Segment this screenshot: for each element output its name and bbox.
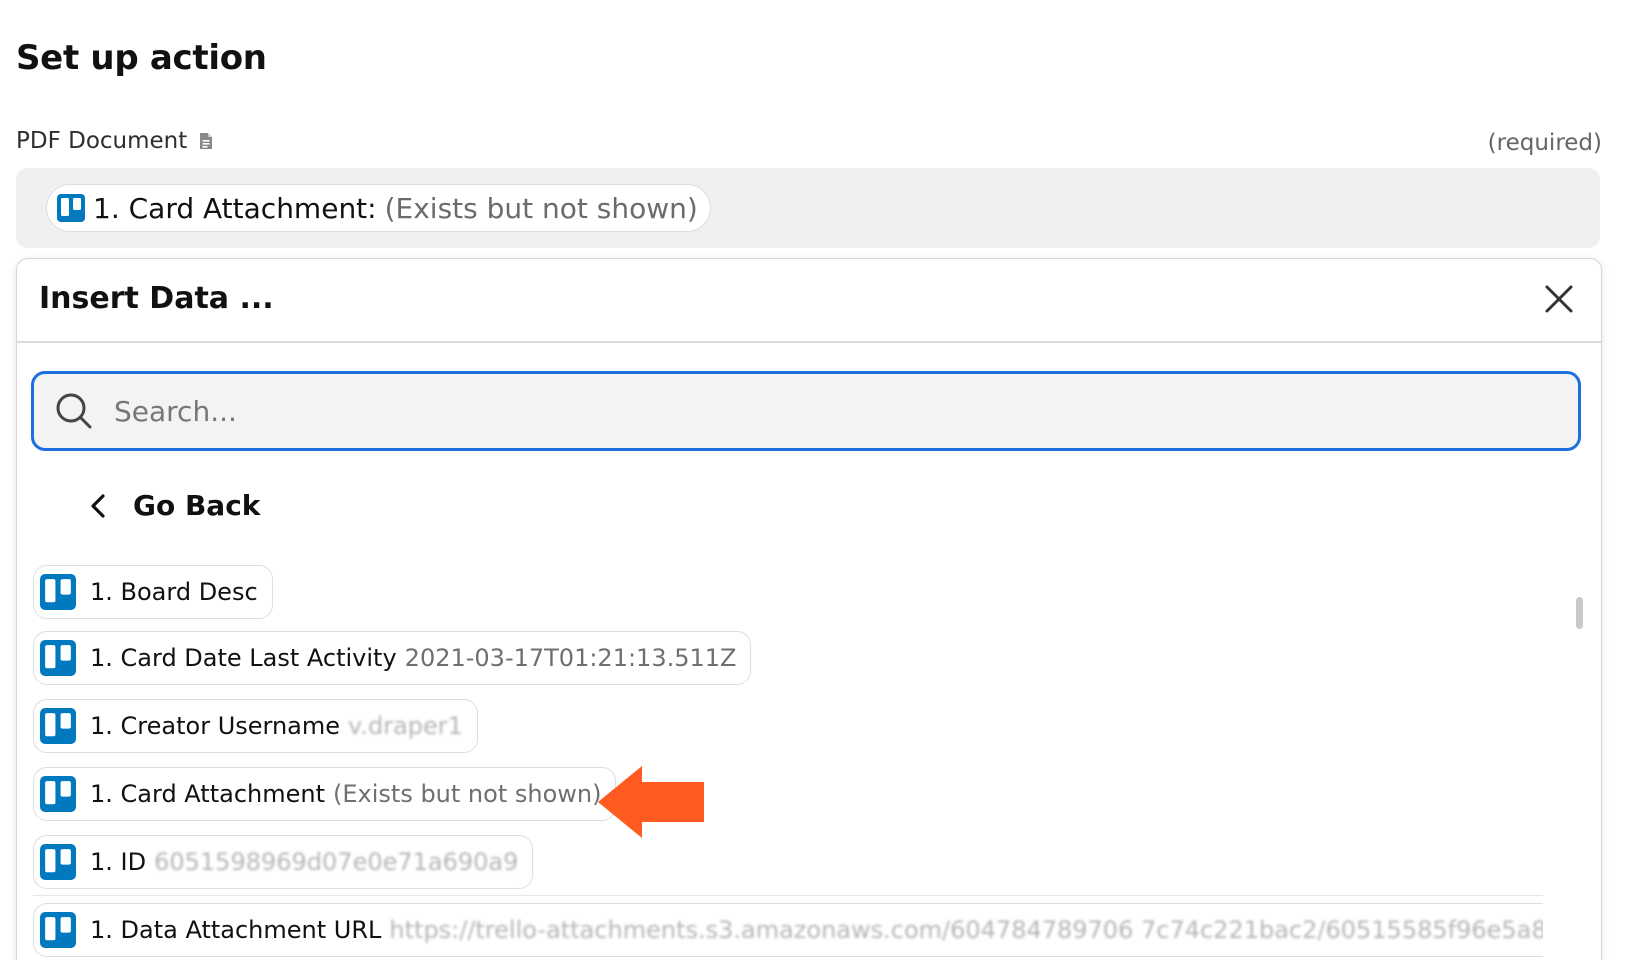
field-pill-value: (Exists but not shown) <box>384 191 698 225</box>
pdf-document-field[interactable]: 1. Card Attachment: (Exists but not show… <box>16 168 1600 248</box>
divider <box>33 895 1543 896</box>
list-item-board-desc[interactable]: 1. Board Desc <box>33 565 273 619</box>
trello-icon <box>40 844 76 880</box>
list-item-value: v.draper1 <box>348 712 463 740</box>
panel-title: Insert Data ... <box>39 281 274 316</box>
list-item-card-date-last-activity[interactable]: 1. Card Date Last Activity 2021-03-17T01… <box>33 631 752 685</box>
trello-icon <box>57 194 85 222</box>
field-pill-key: 1. Card Attachment: <box>93 191 377 225</box>
list-item-creator-username[interactable]: 1. Creator Username v.draper1 <box>33 699 478 753</box>
scrollbar[interactable] <box>1576 597 1583 629</box>
list-item-key: 1. Creator Username <box>90 712 341 740</box>
list-item-key: 1. Data Attachment URL <box>90 916 382 944</box>
required-indicator: (required) <box>1487 130 1602 156</box>
list-item-key: 1. Board Desc <box>90 578 258 606</box>
trello-icon <box>40 574 76 610</box>
chevron-left-icon <box>89 493 107 519</box>
panel-header: Insert Data ... <box>17 259 1601 343</box>
page-title: Set up action <box>16 38 267 78</box>
list-item-value: https://trello-attachments.s3.amazonaws.… <box>389 916 1543 944</box>
field-label-text: PDF Document <box>16 128 188 154</box>
list-item-key: 1. Card Attachment <box>90 780 325 808</box>
list-item-value: 6051598969d07e0e71a690a9 <box>154 848 519 876</box>
list-item-id[interactable]: 1. ID 6051598969d07e0e71a690a9 <box>33 835 534 889</box>
search-icon <box>54 391 94 431</box>
trello-icon <box>40 708 76 744</box>
arrow-left-icon <box>598 766 704 842</box>
go-back-button[interactable]: Go Back <box>89 489 260 522</box>
field-value-pill[interactable]: 1. Card Attachment: (Exists but not show… <box>46 184 711 232</box>
close-icon <box>1545 285 1573 313</box>
list-item-card-attachment[interactable]: 1. Card Attachment (Exists but not shown… <box>33 767 617 821</box>
search-box[interactable] <box>31 371 1581 451</box>
list-item-key: 1. Card Date Last Activity <box>90 644 397 672</box>
search-input[interactable] <box>112 393 1516 429</box>
list-item-data-attachment-url[interactable]: 1. Data Attachment URL https://trello-at… <box>33 903 1543 957</box>
insert-data-panel: Insert Data ... Go Back <box>16 258 1602 960</box>
document-icon <box>199 132 213 150</box>
page: Set up action PDF Document (required) 1.… <box>0 0 1630 960</box>
trello-icon <box>40 776 76 812</box>
go-back-label: Go Back <box>133 489 261 522</box>
trello-icon <box>40 640 76 676</box>
trello-icon <box>40 912 76 948</box>
field-label: PDF Document <box>16 128 213 154</box>
close-button[interactable] <box>1539 279 1579 319</box>
list-item-value: (Exists but not shown) <box>333 780 602 808</box>
list-item-key: 1. ID <box>90 848 147 876</box>
list-item-value: 2021-03-17T01:21:13.511Z <box>404 644 737 672</box>
